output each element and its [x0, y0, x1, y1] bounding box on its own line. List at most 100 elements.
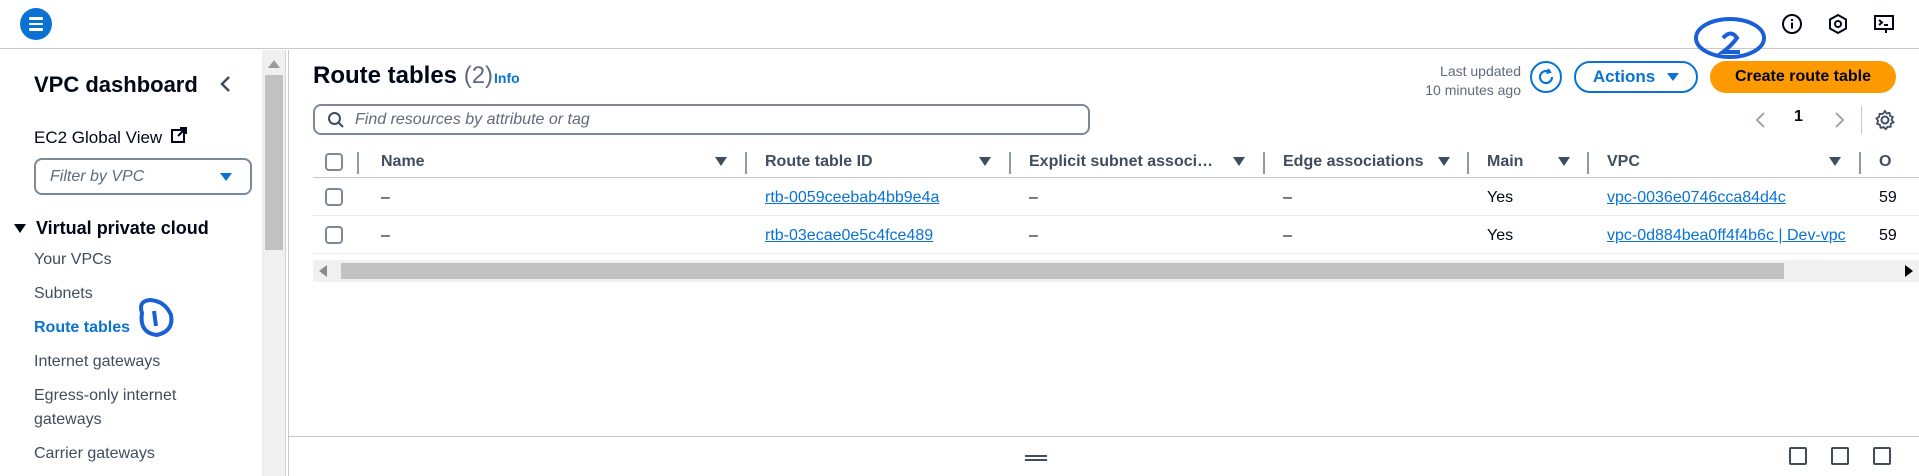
table-header: Name Route table ID Explicit subnet asso… — [313, 146, 1919, 178]
cell-owner: 59 — [1879, 188, 1897, 206]
current-page-number[interactable]: 1 — [1794, 108, 1803, 126]
cell-explicit-subnet: – — [1029, 188, 1038, 206]
info-icon[interactable] — [1780, 12, 1804, 36]
table-horizontal-scrollbar[interactable] — [313, 260, 1919, 282]
sidebar-item-carrier-gateways[interactable]: Carrier gateways — [34, 445, 155, 463]
table-row[interactable]: – rtb-03ecae0e5c4fce489 – – Yes vpc-0d88… — [313, 217, 1919, 254]
filter-placeholder: Filter by VPC — [50, 167, 145, 185]
external-link-icon — [170, 126, 188, 149]
row-checkbox[interactable] — [325, 226, 343, 244]
sidebar-item-internet-gateways[interactable]: Internet gateways — [34, 353, 160, 371]
row-checkbox[interactable] — [325, 188, 343, 206]
panel-hide-icon[interactable] — [1873, 447, 1891, 465]
cell-vpc: vpc-0036e0746cca84d4c — [1607, 179, 1786, 216]
select-all-checkbox[interactable] — [325, 153, 343, 171]
hamburger-menu-icon[interactable] — [20, 8, 52, 40]
vpc-link[interactable]: vpc-0036e0746cca84d4c — [1607, 189, 1786, 207]
page-title-text: Route tables — [313, 62, 458, 89]
top-navigation-bar — [0, 0, 1919, 49]
cell-edge-associations: – — [1283, 226, 1292, 244]
sidebar-title: VPC dashboard — [34, 72, 198, 97]
previous-page-icon[interactable] — [1753, 110, 1769, 130]
route-table-count: (2) — [463, 62, 494, 89]
scrollbar-thumb[interactable] — [341, 263, 1784, 279]
sidebar-item-egress-only-cont[interactable]: gateways — [34, 411, 102, 429]
column-header-edge-associations[interactable]: Edge associations — [1283, 146, 1424, 178]
gear-icon[interactable] — [1873, 108, 1897, 132]
column-separator[interactable] — [1009, 152, 1011, 174]
cell-owner: 59 — [1879, 226, 1897, 244]
sidebar-item-route-tables[interactable]: Route tables — [34, 319, 130, 337]
column-separator[interactable] — [745, 152, 747, 174]
column-header-explicit-subnet[interactable]: Explicit subnet associ… — [1029, 146, 1213, 178]
search-input[interactable]: Find resources by attribute or tag — [313, 104, 1090, 135]
sort-icon[interactable] — [1438, 157, 1450, 166]
pager-divider — [1861, 106, 1862, 134]
actions-button[interactable]: Actions — [1574, 61, 1698, 93]
section-label: Virtual private cloud — [36, 218, 209, 238]
ec2-global-view-label: EC2 Global View — [34, 127, 163, 147]
search-placeholder: Find resources by attribute or tag — [355, 110, 590, 128]
column-separator — [357, 152, 359, 174]
cell-main: Yes — [1487, 226, 1514, 244]
column-separator[interactable] — [1263, 152, 1265, 174]
vpc-link[interactable]: vpc-0d884bea0ff4f4b6c | Dev-vpc — [1607, 227, 1846, 245]
cell-vpc: vpc-0d884bea0ff4f4b6c | Dev-vpc — [1607, 217, 1846, 254]
main-content: Route tables (2) Info Last updated 10 mi… — [289, 50, 1919, 476]
scroll-up-icon[interactable] — [268, 60, 280, 68]
info-link[interactable]: Info — [494, 70, 520, 86]
column-separator[interactable] — [1467, 152, 1469, 174]
expand-triangle-icon — [14, 224, 26, 233]
column-header-owner[interactable]: O — [1879, 146, 1891, 178]
column-header-main[interactable]: Main — [1487, 146, 1523, 178]
cell-route-table-id: rtb-03ecae0e5c4fce489 — [765, 217, 933, 254]
collapse-sidebar-icon[interactable] — [216, 74, 236, 94]
refresh-button[interactable] — [1530, 61, 1562, 93]
sidebar-item-your-vpcs[interactable]: Your VPCs — [34, 251, 112, 269]
sort-icon[interactable] — [715, 157, 727, 166]
caret-down-icon — [1667, 73, 1680, 81]
sort-icon[interactable] — [1233, 157, 1245, 166]
page-title: Route tables (2) — [313, 62, 493, 90]
cell-route-table-id: rtb-0059ceebab4bb9e4a — [765, 179, 939, 216]
column-separator[interactable] — [1587, 152, 1589, 174]
sidebar-item-egress-only[interactable]: Egress-only internet — [34, 387, 176, 405]
last-updated-label: Last updated — [1440, 63, 1521, 79]
drag-handle-icon[interactable] — [1025, 455, 1047, 461]
section-virtual-private-cloud[interactable]: Virtual private cloud — [14, 218, 209, 239]
caret-down-icon — [220, 173, 232, 181]
column-header-vpc[interactable]: VPC — [1607, 146, 1640, 178]
cell-main: Yes — [1487, 188, 1514, 206]
sort-icon[interactable] — [979, 157, 991, 166]
cell-edge-associations: – — [1283, 188, 1292, 206]
search-icon — [328, 111, 344, 128]
ec2-global-view-link[interactable]: EC2 Global View — [34, 126, 188, 149]
route-table-id-link[interactable]: rtb-0059ceebab4bb9e4a — [765, 189, 939, 207]
scroll-right-icon[interactable] — [1905, 265, 1913, 277]
scroll-left-icon[interactable] — [319, 265, 327, 277]
sidebar-scrollbar[interactable] — [262, 50, 286, 476]
scrollbar-thumb[interactable] — [265, 75, 283, 250]
sort-icon[interactable] — [1558, 157, 1570, 166]
next-page-icon[interactable] — [1831, 110, 1847, 130]
table-row[interactable]: – rtb-0059ceebab4bb9e4a – – Yes vpc-0036… — [313, 179, 1919, 216]
column-header-route-table-id[interactable]: Route table ID — [765, 146, 873, 178]
panel-bottom-icon[interactable] — [1789, 447, 1807, 465]
sidebar-item-subnets[interactable]: Subnets — [34, 285, 93, 303]
panel-side-icon[interactable] — [1831, 447, 1849, 465]
cloudshell-icon[interactable] — [1872, 12, 1896, 36]
sidebar: VPC dashboard EC2 Global View Filter by … — [0, 50, 262, 476]
column-header-name[interactable]: Name — [381, 146, 425, 178]
split-panel-divider — [289, 436, 1919, 437]
create-route-table-button[interactable]: Create route table — [1710, 61, 1896, 93]
notifications-icon[interactable] — [1826, 12, 1850, 36]
sort-icon[interactable] — [1829, 157, 1841, 166]
last-updated: Last updated 10 minutes ago — [1409, 62, 1521, 100]
refresh-icon — [1538, 68, 1554, 85]
cell-name: – — [381, 226, 390, 244]
actions-label: Actions — [1592, 67, 1656, 86]
route-table-id-link[interactable]: rtb-03ecae0e5c4fce489 — [765, 227, 933, 245]
cell-explicit-subnet: – — [1029, 226, 1038, 244]
column-separator[interactable] — [1859, 152, 1861, 174]
filter-by-vpc-select[interactable]: Filter by VPC — [34, 158, 252, 195]
